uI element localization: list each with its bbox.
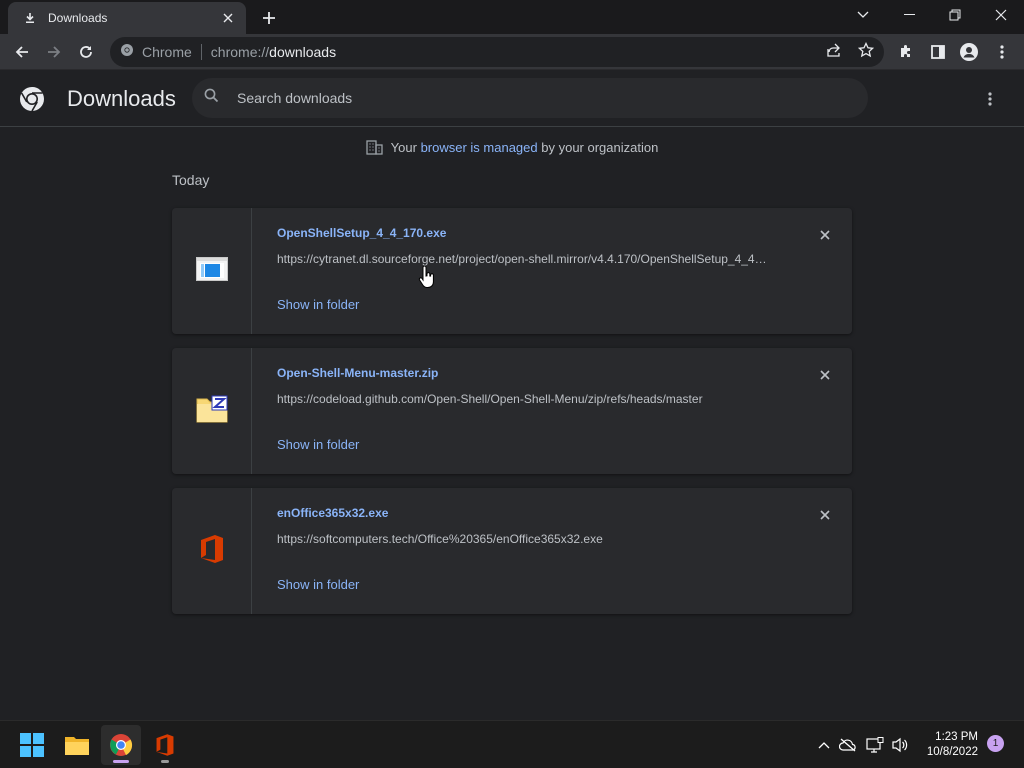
tab-title: Downloads (48, 11, 108, 25)
network-icon[interactable] (864, 733, 886, 757)
tab-close-icon[interactable] (220, 10, 236, 26)
search-input[interactable] (237, 90, 797, 106)
file-name-link[interactable]: OpenShellSetup_4_4_170.exe (277, 226, 446, 240)
chevron-up-icon[interactable] (813, 733, 835, 757)
file-source-url[interactable]: https://cytranet.dl.sourceforge.net/proj… (277, 252, 771, 266)
download-item: enOffice365x32.exe https://softcomputers… (172, 488, 852, 614)
tab-strip: Downloads (0, 0, 1024, 34)
tab-downloads[interactable]: Downloads (8, 2, 246, 34)
reload-button[interactable] (72, 38, 100, 66)
address-separator (200, 44, 202, 60)
more-actions-icon[interactable] (978, 85, 1002, 113)
new-tab-button[interactable] (258, 7, 280, 29)
extensions-icon[interactable] (892, 38, 920, 66)
file-name-link[interactable]: Open-Shell-Menu-master.zip (277, 366, 438, 380)
page-title: Downloads (67, 86, 176, 111)
file-icon-column (172, 488, 252, 614)
download-item: Open-Shell-Menu-master.zip https://codel… (172, 348, 852, 474)
windows-taskbar: 1:23 PM 10/8/2022 (0, 720, 1024, 768)
managed-link[interactable]: browser is managed (421, 140, 538, 155)
managed-prefix: Your (390, 140, 417, 155)
office-icon (199, 534, 225, 569)
system-clock[interactable]: 1:23 PM 10/8/2022 (910, 730, 978, 760)
building-icon (366, 140, 383, 158)
active-indicator (113, 760, 129, 763)
file-source-url[interactable]: https://softcomputers.tech/Office%20365/… (277, 532, 603, 546)
volume-icon[interactable] (889, 733, 911, 757)
back-button[interactable] (8, 38, 36, 66)
minimize-button[interactable] (886, 0, 932, 30)
restore-button[interactable] (932, 0, 978, 30)
share-icon[interactable] (825, 41, 843, 59)
managed-suffix: by your organization (541, 140, 659, 155)
remove-close-icon[interactable] (816, 226, 834, 244)
search-icon (204, 88, 219, 108)
close-window-button[interactable] (978, 0, 1024, 30)
profile-avatar-icon[interactable] (955, 38, 983, 66)
show-in-folder-button[interactable]: Show in folder (277, 577, 359, 592)
start-windows-icon[interactable] (12, 725, 52, 765)
remove-close-icon[interactable] (816, 366, 834, 384)
hand-cursor-icon (418, 265, 436, 289)
download-icon (22, 10, 38, 26)
managed-notice: Your browser is managed by your organiza… (0, 140, 1024, 158)
running-indicator (161, 760, 169, 763)
chrome-logo-icon (19, 86, 45, 112)
chrome-taskbar-icon[interactable] (101, 725, 141, 765)
chrome-menu-icon[interactable] (988, 38, 1016, 66)
address-bar[interactable]: Chrome chrome://downloads (110, 37, 884, 67)
notification-badge[interactable]: 1 (987, 735, 1004, 752)
show-in-folder-button[interactable]: Show in folder (277, 297, 359, 312)
url-host: downloads (269, 44, 337, 60)
file-explorer-icon[interactable] (57, 725, 97, 765)
remove-close-icon[interactable] (816, 506, 834, 524)
url-scheme: chrome:// (210, 44, 270, 60)
show-in-folder-button[interactable]: Show in folder (277, 437, 359, 452)
file-icon-column (172, 348, 252, 474)
clock-time: 1:23 PM (935, 731, 978, 743)
file-source-url[interactable]: https://codeload.github.com/Open-Shell/O… (277, 392, 703, 406)
tab-search-chevron-icon[interactable] (840, 0, 886, 30)
downloads-header: Downloads (0, 70, 1024, 127)
office-taskbar-icon[interactable] (145, 725, 185, 765)
file-name-link[interactable]: enOffice365x32.exe (277, 506, 388, 520)
date-section-header: Today (172, 172, 210, 188)
exe-file-icon (195, 256, 228, 286)
forward-button[interactable] (40, 38, 68, 66)
search-box[interactable] (192, 78, 868, 118)
chrome-site-icon (120, 43, 134, 62)
file-icon-column (172, 208, 252, 334)
download-item: OpenShellSetup_4_4_170.exe https://cytra… (172, 208, 852, 334)
side-panel-icon[interactable] (924, 38, 952, 66)
browser-toolbar: Chrome chrome://downloads (0, 34, 1024, 70)
site-label: Chrome (142, 44, 192, 60)
bookmark-star-icon[interactable] (857, 41, 875, 59)
clock-date: 10/8/2022 (926, 746, 978, 758)
zip-folder-icon (196, 395, 228, 428)
onedrive-offline-icon[interactable] (837, 733, 859, 757)
